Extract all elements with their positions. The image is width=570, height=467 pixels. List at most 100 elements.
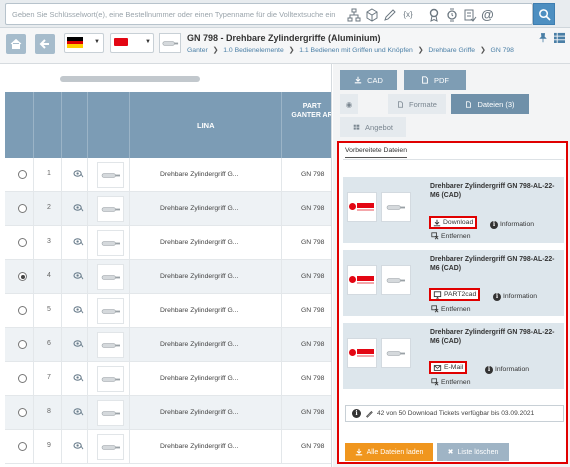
tab-cad[interactable]: CAD: [340, 70, 397, 90]
row-name: Drehbare Zylindergriff G...: [160, 273, 239, 280]
tab-vorbereitete-dateien[interactable]: Vorbereitete Dateien: [345, 147, 407, 158]
remove-button[interactable]: Entfernen: [431, 305, 470, 313]
row-radio[interactable]: [18, 204, 27, 213]
grid-icon[interactable]: [554, 32, 565, 46]
tab-eye[interactable]: ◉: [340, 94, 358, 114]
row-name: Drehbare Zylindergriff G...: [160, 341, 239, 348]
table-row[interactable]: 4 Drehbare Zylindergriff G... GN 798: [5, 260, 331, 294]
watch-icon[interactable]: [444, 7, 459, 22]
view-3d-icon[interactable]: [73, 373, 85, 383]
row-radio[interactable]: [18, 374, 27, 383]
cube-icon[interactable]: [364, 7, 379, 22]
information-link[interactable]: i Information: [485, 363, 529, 376]
ganter-logo: [347, 265, 377, 295]
ganter-logo: [347, 338, 377, 368]
information-link[interactable]: i Information: [493, 290, 537, 303]
tab-dateien-label: Dateien (3): [477, 99, 515, 109]
remove-icon: [431, 305, 439, 313]
home-button[interactable]: [6, 34, 26, 54]
view-3d-icon[interactable]: [73, 169, 85, 179]
row-radio[interactable]: [18, 306, 27, 315]
download-tickets-status: i 42 von 50 Download Tickets verfügbar b…: [345, 405, 564, 422]
remove-button[interactable]: Entfernen: [431, 378, 470, 386]
file-card: Drehbarer Zylindergriff GN 798-AL-22-M6 …: [343, 177, 564, 243]
remove-icon: [431, 378, 439, 386]
search-input[interactable]: Geben Sie Schlüsselwort(e), eine Bestell…: [12, 10, 335, 19]
prepared-files-panel: Vorbereitete Dateien Drehbarer Zylinderg…: [337, 141, 568, 464]
row-radio[interactable]: [18, 340, 27, 349]
network-icon[interactable]: [346, 7, 361, 22]
view-3d-icon[interactable]: [73, 305, 85, 315]
german-flag-icon: [67, 37, 83, 48]
clear-list-button[interactable]: ✖ Liste löschen: [437, 443, 509, 461]
back-button[interactable]: [35, 34, 55, 54]
top-bar: Geben Sie Schlüsselwort(e), eine Bestell…: [0, 0, 570, 28]
row-radio[interactable]: [18, 272, 27, 281]
information-link[interactable]: i Information: [490, 218, 534, 231]
row-number: 8: [47, 408, 51, 415]
product-thumbnail: [97, 162, 124, 188]
view-3d-icon[interactable]: [73, 339, 85, 349]
row-part: GN 798: [301, 205, 325, 212]
row-number: 2: [47, 204, 51, 211]
product-thumbnail: [159, 33, 181, 53]
column-header-part[interactable]: PART GANTER AR: [287, 102, 331, 120]
row-radio[interactable]: [18, 442, 27, 451]
breadcrumb-drehbare-griffe[interactable]: Drehbare Griffe: [428, 47, 475, 54]
file-icon: [466, 100, 472, 108]
tab-angebot[interactable]: Angebot: [340, 117, 406, 137]
view-3d-icon[interactable]: [73, 407, 85, 417]
table-row[interactable]: 7 Drehbare Zylindergriff G... GN 798: [5, 362, 331, 396]
row-radio[interactable]: [18, 238, 27, 247]
product-thumbnail: [97, 298, 124, 324]
file-icon: [422, 76, 428, 84]
download-button[interactable]: Download: [429, 216, 478, 229]
ticket-icon: [366, 410, 373, 418]
row-name: Drehbare Zylindergriff G...: [160, 375, 239, 382]
pencil-icon[interactable]: [382, 7, 397, 22]
part2cad-button[interactable]: PART2cad: [429, 288, 481, 301]
table-row[interactable]: 2 Drehbare Zylindergriff G... GN 798: [5, 192, 331, 226]
tab-formate[interactable]: Formate: [388, 94, 446, 114]
table-row[interactable]: 6 Drehbare Zylindergriff G... GN 798: [5, 328, 331, 362]
product-thumbnail: [97, 366, 124, 392]
breadcrumb-bedienen[interactable]: 1.1 Bedienen mit Griffen und Knöpfen: [299, 47, 413, 54]
table-row[interactable]: 9 Drehbare Zylindergriff G... GN 798: [5, 430, 331, 464]
tab-pdf[interactable]: PDF: [404, 70, 466, 90]
email-button[interactable]: E-Mail: [429, 361, 468, 374]
table-row[interactable]: 5 Drehbare Zylindergriff G... GN 798: [5, 294, 331, 328]
pin-icon[interactable]: [539, 32, 547, 45]
home-icon: [10, 38, 22, 49]
breadcrumb-ganter[interactable]: Ganter: [187, 47, 208, 54]
column-header-lina[interactable]: LINA: [197, 121, 215, 130]
breadcrumb-bedienelemente[interactable]: 1.0 Bedienelemente: [223, 47, 283, 54]
view-3d-icon[interactable]: [73, 271, 85, 281]
clear-list-label: Liste löschen: [457, 448, 499, 456]
breadcrumb-gn798[interactable]: GN 798: [491, 47, 514, 54]
view-3d-icon[interactable]: [73, 203, 85, 213]
row-name: Drehbare Zylindergriff G...: [160, 205, 239, 212]
table-row[interactable]: 8 Drehbare Zylindergriff G... GN 798: [5, 396, 331, 430]
row-number: 3: [47, 238, 51, 245]
view-3d-icon[interactable]: [73, 441, 85, 451]
checklist-icon[interactable]: [462, 7, 477, 22]
product-thumbnail: [97, 230, 124, 256]
load-all-files-button[interactable]: Alle Dateien laden: [345, 443, 433, 461]
horizontal-scrollbar[interactable]: [60, 76, 200, 82]
remove-button[interactable]: Entfernen: [431, 232, 470, 240]
table-row[interactable]: 1 Drehbare Zylindergriff G... GN 798: [5, 158, 331, 192]
table-row[interactable]: 3 Drehbare Zylindergriff G... GN 798: [5, 226, 331, 260]
compare-icon[interactable]: [426, 7, 441, 22]
search-box[interactable]: Geben Sie Schlüsselwort(e), eine Bestell…: [5, 3, 533, 25]
at-icon[interactable]: @: [480, 7, 495, 22]
row-part: GN 798: [301, 239, 325, 246]
part2cad-label: PART2cad: [444, 291, 477, 298]
row-number: 1: [47, 170, 51, 177]
formula-icon[interactable]: {x}: [399, 7, 417, 22]
row-radio[interactable]: [18, 170, 27, 179]
column-header-part-label: PART: [302, 103, 322, 110]
row-radio[interactable]: [18, 408, 27, 417]
search-button[interactable]: [533, 3, 555, 25]
view-3d-icon[interactable]: [73, 237, 85, 247]
tab-dateien[interactable]: Dateien (3): [451, 94, 529, 114]
